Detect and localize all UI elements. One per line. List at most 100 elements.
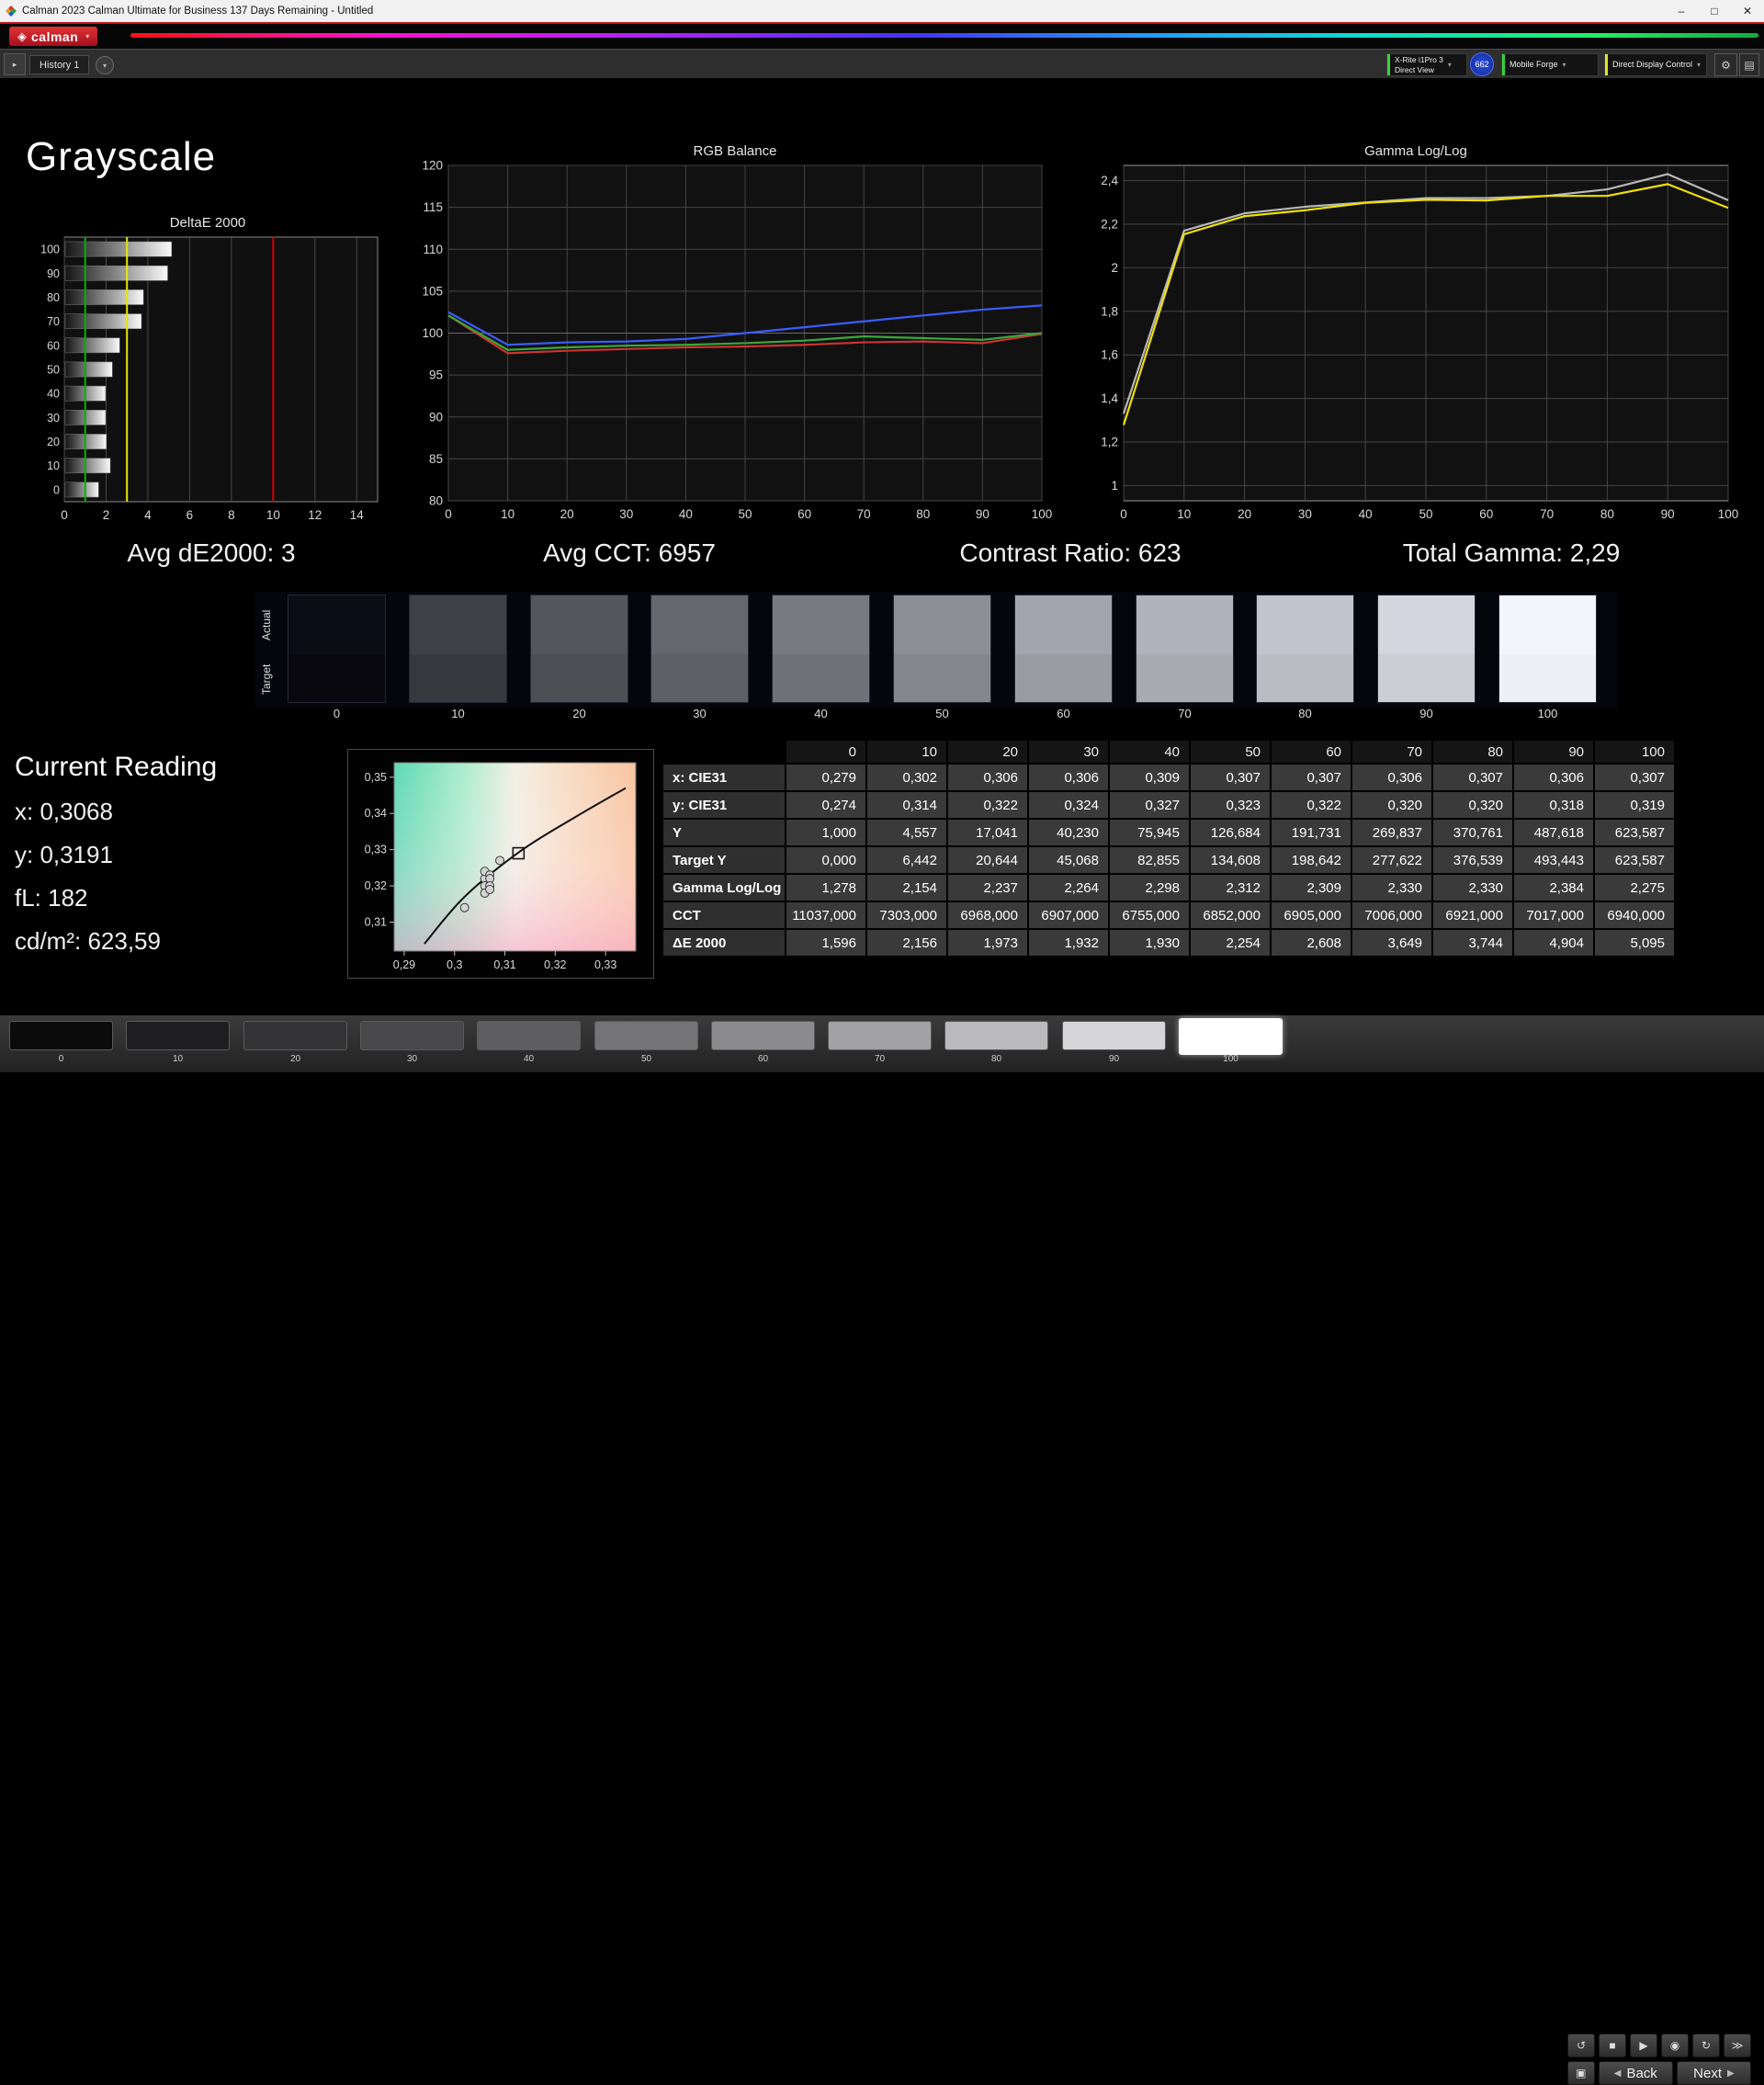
table-cell: 0,309 bbox=[1110, 765, 1189, 790]
svg-text:40: 40 bbox=[679, 507, 693, 521]
swatch-actual bbox=[894, 595, 990, 654]
svg-text:2: 2 bbox=[1111, 261, 1118, 275]
table-cell: 7017,000 bbox=[1514, 902, 1593, 928]
close-button[interactable]: ✕ bbox=[1731, 0, 1764, 22]
pattern-patch-80[interactable] bbox=[944, 1021, 1048, 1050]
svg-text:1: 1 bbox=[1111, 479, 1118, 493]
svg-text:6: 6 bbox=[187, 508, 194, 522]
svg-text:0: 0 bbox=[1120, 507, 1127, 521]
svg-text:20: 20 bbox=[560, 507, 574, 521]
pattern-patch-70[interactable] bbox=[828, 1021, 932, 1050]
tab-nav-button[interactable]: ▾ bbox=[96, 56, 114, 74]
swatch-actual bbox=[1257, 595, 1353, 654]
meter-count-badge[interactable]: 662 bbox=[1470, 52, 1494, 76]
minimize-button[interactable]: – bbox=[1665, 0, 1698, 22]
table-header-40: 40 bbox=[1110, 741, 1189, 763]
transport-play-button[interactable]: ▶ bbox=[1630, 2034, 1657, 2057]
pattern-patch-100[interactable] bbox=[1179, 1018, 1283, 1055]
transport-stop-button[interactable]: ■ bbox=[1599, 2034, 1626, 2057]
table-header-70: 70 bbox=[1352, 741, 1431, 763]
layout-button[interactable]: ▤ bbox=[1739, 53, 1759, 76]
back-icon: ◀ bbox=[1614, 2068, 1622, 2079]
table-cell: 0,306 bbox=[1029, 765, 1108, 790]
svg-text:90: 90 bbox=[1661, 507, 1675, 521]
table-header-10: 10 bbox=[867, 741, 946, 763]
chevron-down-icon: ▾ bbox=[85, 32, 89, 40]
swatch-target bbox=[1136, 654, 1233, 702]
table-header-blank bbox=[663, 741, 785, 763]
svg-text:0,32: 0,32 bbox=[365, 879, 387, 892]
pattern-patch-label: 70 bbox=[828, 1054, 932, 1064]
svg-text:14: 14 bbox=[350, 508, 365, 522]
target-row-label: Target bbox=[260, 655, 275, 703]
swatch-level-label: 40 bbox=[772, 707, 870, 720]
svg-text:0: 0 bbox=[53, 483, 60, 496]
meter-line1: X-Rite i1Pro 3 bbox=[1395, 55, 1443, 64]
workflow-tabbar: ▸ History 1 ▾ X-Rite i1Pro 3 Direct View… bbox=[0, 49, 1764, 78]
svg-text:50: 50 bbox=[1419, 507, 1432, 521]
svg-text:0,31: 0,31 bbox=[493, 958, 515, 971]
cie-chromaticity-panel: 0,290,30,310,320,330,310,320,330,340,35 bbox=[347, 749, 654, 979]
svg-text:90: 90 bbox=[429, 410, 443, 424]
table-cell: 623,587 bbox=[1595, 820, 1674, 845]
settings-button[interactable]: ⚙ bbox=[1714, 53, 1737, 76]
sidebar-expand-button[interactable]: ▸ bbox=[4, 53, 26, 75]
transport-skip-button[interactable]: ≫ bbox=[1724, 2034, 1751, 2057]
transport-record-button[interactable]: ◉ bbox=[1661, 2034, 1689, 2057]
window-titlebar: Calman 2023 Calman Ultimate for Business… bbox=[0, 0, 1764, 22]
app-diamond-icon bbox=[6, 6, 17, 17]
brand-red-line bbox=[0, 22, 1764, 24]
pattern-patch-90[interactable] bbox=[1062, 1021, 1166, 1050]
table-cell: 0,320 bbox=[1433, 792, 1512, 818]
transport-refresh-button[interactable]: ↻ bbox=[1692, 2034, 1720, 2057]
svg-text:10: 10 bbox=[1177, 507, 1191, 521]
stat-contrast-ratio: Contrast Ratio: 623 bbox=[928, 538, 1213, 568]
table-cell: 20,644 bbox=[948, 847, 1027, 873]
svg-text:20: 20 bbox=[1238, 507, 1251, 521]
table-cell: 1,930 bbox=[1110, 930, 1189, 956]
source-dropdown-mobile-forge[interactable]: Mobile Forge ▾ bbox=[1501, 53, 1599, 76]
table-row-label: Y bbox=[663, 820, 785, 845]
table-header-20: 20 bbox=[948, 741, 1027, 763]
gear-icon: ⚙ bbox=[1721, 59, 1731, 72]
table-cell: 0,323 bbox=[1191, 792, 1270, 818]
pattern-patch-label: 50 bbox=[594, 1054, 698, 1064]
table-cell: 623,587 bbox=[1595, 847, 1674, 873]
pattern-patch-40[interactable] bbox=[477, 1021, 581, 1050]
current-reading-title: Current Reading bbox=[15, 752, 217, 783]
svg-text:1,4: 1,4 bbox=[1101, 391, 1118, 405]
tab-history-1[interactable]: History 1 bbox=[29, 55, 89, 74]
pattern-patch-20[interactable] bbox=[243, 1021, 347, 1050]
svg-text:0,29: 0,29 bbox=[393, 958, 415, 971]
transport-loop-button[interactable]: ↺ bbox=[1567, 2034, 1595, 2057]
meter-line2: Direct View bbox=[1395, 65, 1443, 74]
svg-text:40: 40 bbox=[1359, 507, 1373, 521]
svg-text:0,33: 0,33 bbox=[594, 958, 616, 971]
pattern-patch-50[interactable] bbox=[594, 1021, 698, 1050]
display-control-dropdown[interactable]: Direct Display Control ▾ bbox=[1604, 53, 1707, 76]
pattern-patch-label: 80 bbox=[944, 1054, 1048, 1064]
svg-text:20: 20 bbox=[47, 436, 60, 448]
pattern-window-button[interactable]: ▣ bbox=[1567, 2061, 1595, 2085]
swatch-target bbox=[1378, 654, 1475, 702]
table-cell: 0,306 bbox=[948, 765, 1027, 790]
pattern-patch-30[interactable] bbox=[360, 1021, 464, 1050]
svg-text:105: 105 bbox=[422, 284, 443, 298]
table-cell: 134,608 bbox=[1191, 847, 1270, 873]
pattern-patch-0[interactable] bbox=[9, 1021, 113, 1050]
svg-text:2: 2 bbox=[103, 508, 110, 522]
calman-app: Calman 2023 Calman Ultimate for Business… bbox=[0, 0, 1764, 1071]
back-button[interactable]: ◀ Back bbox=[1599, 2061, 1673, 2085]
svg-text:100: 100 bbox=[422, 326, 443, 340]
swatch-level-label: 10 bbox=[409, 707, 507, 720]
table-cell: 0,279 bbox=[786, 765, 865, 790]
svg-text:70: 70 bbox=[47, 315, 60, 328]
next-button[interactable]: Next ▶ bbox=[1677, 2061, 1751, 2085]
meter-dropdown-xrite[interactable]: X-Rite i1Pro 3 Direct View ▾ bbox=[1386, 53, 1467, 76]
maximize-button[interactable]: □ bbox=[1698, 0, 1731, 22]
pattern-patch-10[interactable] bbox=[126, 1021, 230, 1050]
svg-text:120: 120 bbox=[422, 159, 443, 173]
calman-menu-button[interactable]: ◈ calman ▾ bbox=[9, 27, 97, 46]
svg-text:60: 60 bbox=[1479, 507, 1493, 521]
pattern-patch-60[interactable] bbox=[711, 1021, 815, 1050]
